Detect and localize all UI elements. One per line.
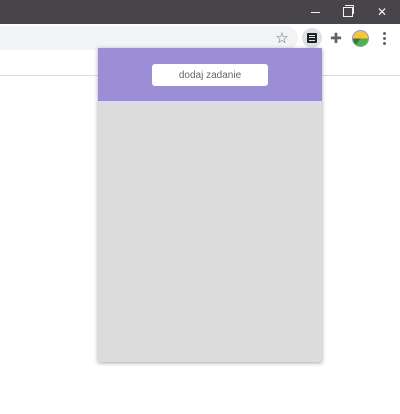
window-titlebar: ✕: [0, 0, 400, 24]
restore-button[interactable]: [331, 0, 365, 24]
address-bar[interactable]: [0, 26, 298, 50]
close-button[interactable]: ✕: [365, 0, 399, 24]
puzzle-icon[interactable]: ✚: [326, 28, 346, 48]
minimize-button[interactable]: [298, 0, 332, 24]
restore-icon: [343, 5, 354, 17]
extension-button-active[interactable]: [302, 28, 322, 48]
list-icon: [307, 33, 317, 43]
popup-header: dodaj zadanie: [98, 48, 322, 101]
profile-button[interactable]: [350, 28, 370, 48]
close-icon: ✕: [376, 5, 388, 19]
avatar-icon: [351, 29, 369, 47]
minimize-icon: [310, 11, 320, 13]
star-icon[interactable]: ☆: [272, 28, 292, 48]
extension-popup: dodaj zadanie: [98, 48, 322, 362]
task-list-area: [98, 101, 322, 362]
add-task-button[interactable]: dodaj zadanie: [152, 64, 268, 86]
kebab-menu-icon[interactable]: [374, 28, 394, 48]
